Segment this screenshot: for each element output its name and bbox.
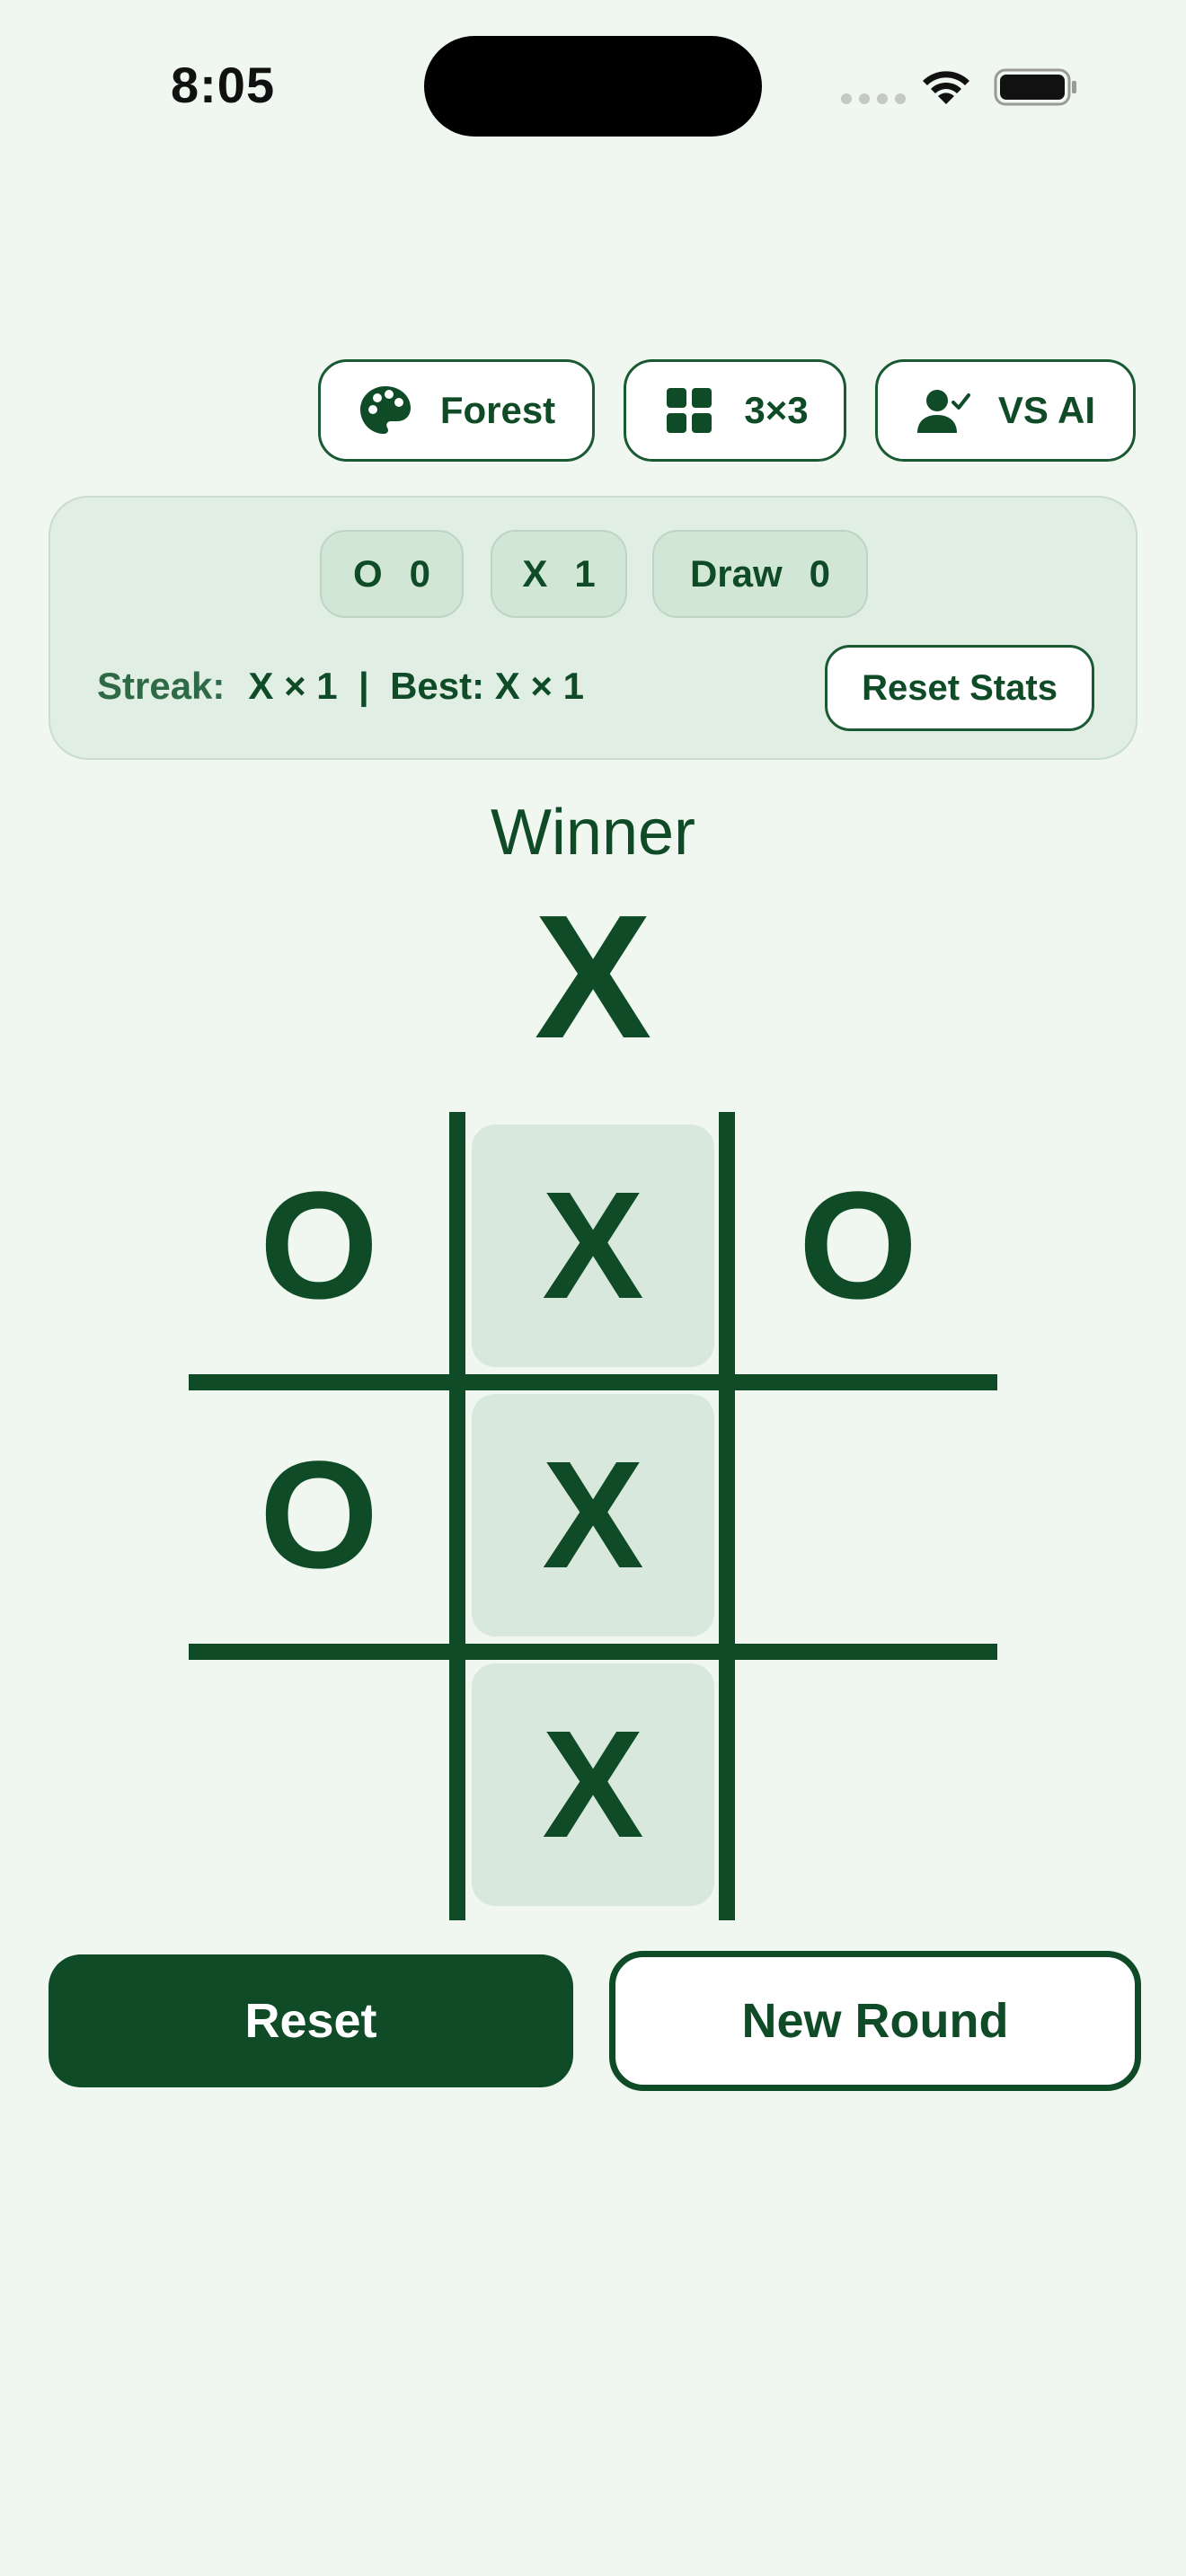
streak-info: Streak: X × 1 | Best: X × 1 bbox=[97, 665, 584, 708]
wifi-icon bbox=[923, 71, 969, 104]
o-score-chip: O 0 bbox=[320, 530, 464, 618]
x-score-chip: X 1 bbox=[491, 530, 627, 618]
board-size-button[interactable]: 3×3 bbox=[624, 359, 846, 462]
grid-line-horizontal-1 bbox=[189, 1374, 997, 1390]
winner-mark: X bbox=[534, 878, 652, 1075]
x-score-label: X bbox=[522, 552, 548, 595]
game-mode-label: VS AI bbox=[997, 389, 1096, 431]
game-board: O X O O X X bbox=[189, 1112, 997, 1920]
board-cell-3[interactable]: O bbox=[198, 1394, 440, 1636]
board-cell-7[interactable]: X bbox=[472, 1663, 714, 1906]
board-cell-6[interactable] bbox=[198, 1663, 440, 1906]
grid-line-vertical-1 bbox=[449, 1112, 465, 1920]
board-cell-0[interactable]: O bbox=[198, 1125, 440, 1367]
draw-score-value: 0 bbox=[809, 552, 831, 595]
game-mode-button[interactable]: VS AI bbox=[875, 359, 1136, 462]
reset-stats-button[interactable]: Reset Stats bbox=[825, 645, 1094, 731]
o-score-value: 0 bbox=[409, 552, 431, 595]
streak-value: X × 1 | Best: X × 1 bbox=[248, 665, 584, 707]
result-label: Winner bbox=[490, 797, 696, 869]
draw-score-label: Draw bbox=[689, 552, 783, 595]
o-score-label: O bbox=[352, 552, 383, 595]
board-cell-2[interactable]: O bbox=[737, 1125, 979, 1367]
stats-panel: O 0 X 1 Draw 0 Streak: X × 1 | Best: X ×… bbox=[49, 496, 1137, 760]
cellular-signal-icon bbox=[841, 93, 906, 104]
dynamic-island bbox=[424, 36, 762, 137]
battery-icon bbox=[994, 68, 1076, 106]
grid-line-horizontal-2 bbox=[189, 1644, 997, 1660]
status-time: 8:05 bbox=[171, 57, 276, 113]
theme-button[interactable]: Forest bbox=[318, 359, 595, 462]
board-cell-1[interactable]: X bbox=[472, 1125, 714, 1367]
x-score-value: 1 bbox=[574, 552, 596, 595]
board-cell-4[interactable]: X bbox=[472, 1394, 714, 1636]
theme-label: Forest bbox=[439, 389, 556, 431]
game-screen: 8:05 Forest 3×3 VS AI O 0 X 1 Draw 0 Str… bbox=[0, 0, 1186, 2576]
draw-score-chip: Draw 0 bbox=[652, 530, 868, 618]
grid-icon bbox=[667, 388, 712, 433]
grid-line-vertical-2 bbox=[719, 1112, 735, 1920]
board-cell-8[interactable] bbox=[737, 1663, 979, 1906]
board-size-label: 3×3 bbox=[744, 389, 809, 431]
person-check-icon bbox=[916, 390, 970, 433]
streak-label: Streak: bbox=[97, 665, 226, 707]
board-cell-5[interactable] bbox=[737, 1394, 979, 1636]
reset-button[interactable]: Reset bbox=[49, 1954, 573, 2087]
new-round-button[interactable]: New Round bbox=[609, 1951, 1141, 2091]
palette-icon bbox=[359, 386, 411, 434]
